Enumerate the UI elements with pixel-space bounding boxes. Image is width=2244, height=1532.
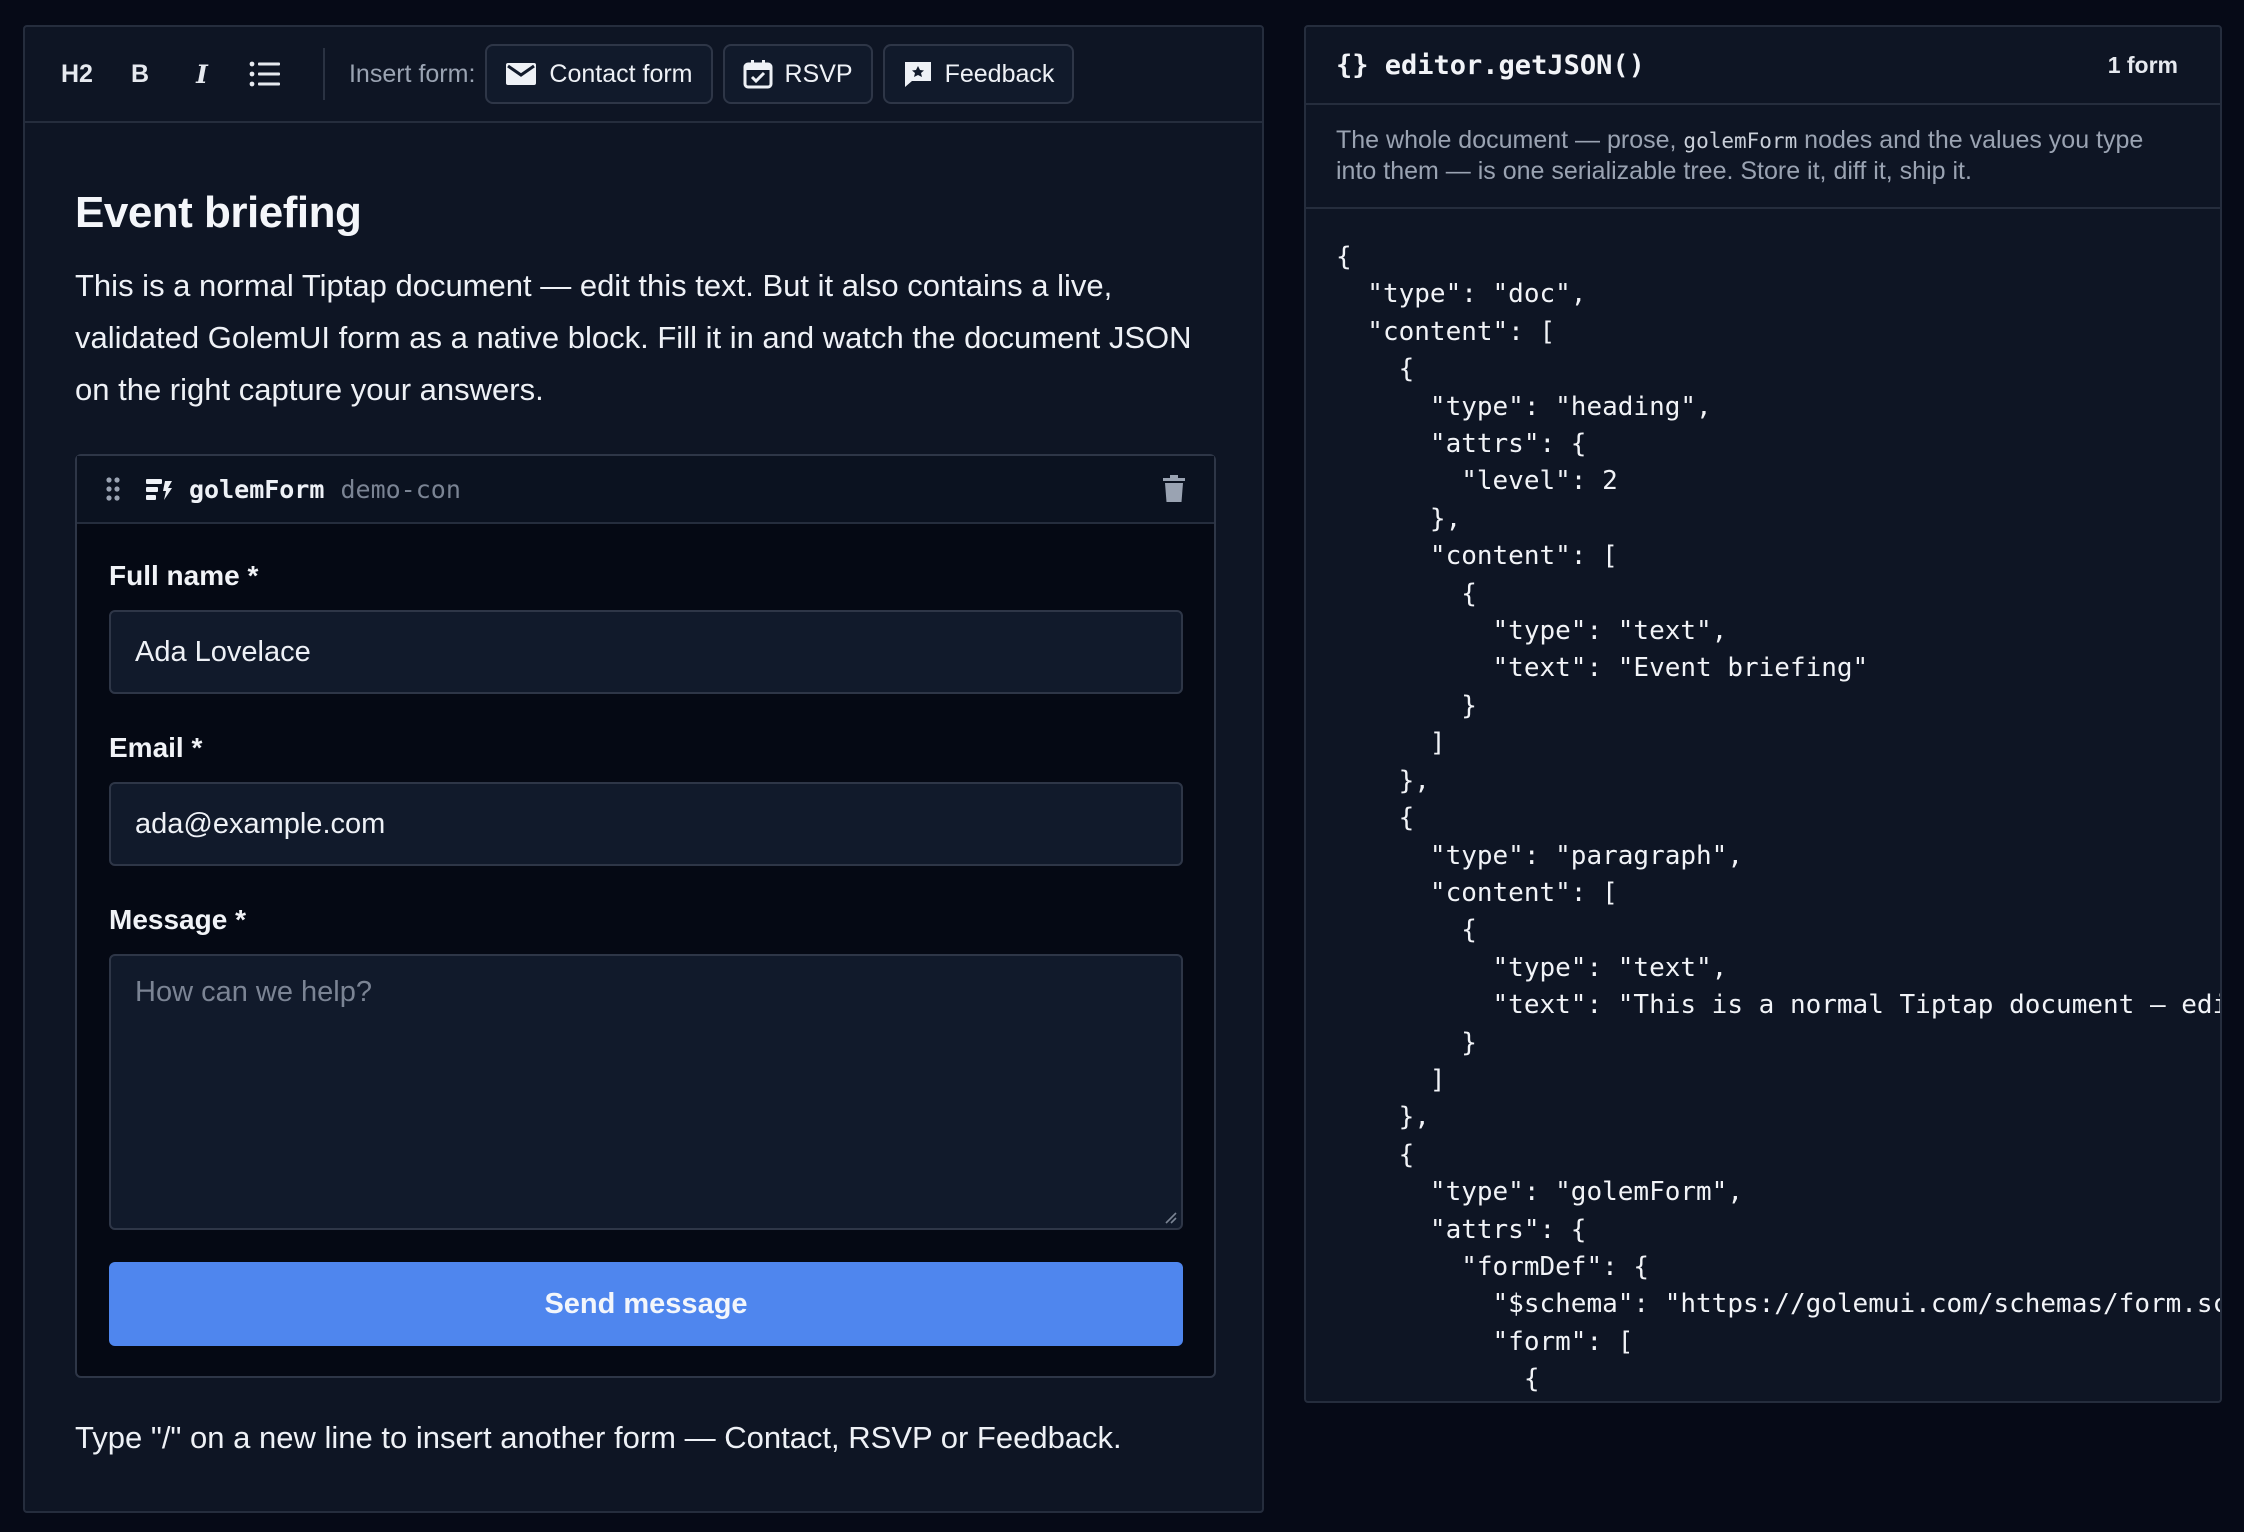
- insert-rsvp-button[interactable]: RSVP: [722, 44, 873, 104]
- insert-contact-form-button[interactable]: Contact form: [485, 44, 713, 104]
- italic-button[interactable]: I: [175, 46, 229, 102]
- document-footer-paragraph[interactable]: Type "/" on a new line to insert another…: [75, 1420, 1212, 1456]
- feedback-icon: [904, 62, 931, 87]
- resize-handle-icon[interactable]: [1163, 1210, 1177, 1224]
- message-label: Message *: [109, 904, 246, 935]
- document-title[interactable]: Event briefing: [75, 188, 1212, 238]
- full-name-input[interactable]: Ada Lovelace: [109, 610, 1183, 694]
- trash-icon[interactable]: [1162, 475, 1186, 503]
- json-panel-title: {} editor.getJSON(): [1336, 49, 1645, 81]
- json-desc-before: The whole document — prose,: [1336, 126, 1677, 154]
- editor-toolbar: H2 B I Insert form: Contact form RSVP Fe…: [25, 27, 1262, 123]
- email-input[interactable]: ada@example.com: [109, 782, 1183, 866]
- message-textarea[interactable]: How can we help?: [109, 954, 1183, 1230]
- calendar-check-icon: [743, 60, 772, 89]
- drag-handle-icon[interactable]: [105, 476, 121, 502]
- json-desc-code: golemForm: [1683, 129, 1798, 153]
- full-name-label: Full name *: [109, 560, 259, 591]
- form-block-header: golemForm demo-con: [77, 456, 1214, 524]
- insert-feedback-button[interactable]: Feedback: [882, 44, 1075, 104]
- json-panel-description: The whole document — prose, golemForm no…: [1306, 105, 2220, 209]
- form-node-icon: [146, 479, 172, 500]
- bullet-list-icon: [249, 61, 280, 87]
- form-node-name: golemForm: [189, 474, 325, 504]
- document-paragraph[interactable]: This is a normal Tiptap document — edit …: [75, 260, 1215, 416]
- form-body: Full name * Ada Lovelace Email * ada@exa…: [77, 524, 1214, 1376]
- send-message-button[interactable]: Send message: [109, 1262, 1183, 1346]
- mail-icon: [506, 63, 537, 85]
- document-body[interactable]: Event briefing This is a normal Tiptap d…: [25, 188, 1262, 1456]
- message-placeholder: How can we help?: [135, 976, 372, 1008]
- bullet-list-button[interactable]: [237, 46, 293, 102]
- json-panel: {} editor.getJSON() 1 form The whole doc…: [1304, 25, 2222, 1403]
- bold-button[interactable]: B: [113, 46, 167, 102]
- json-code-view[interactable]: { "type": "doc", "content": [ { "type": …: [1306, 209, 2220, 1399]
- json-panel-header: {} editor.getJSON() 1 form: [1306, 27, 2220, 105]
- form-node-id: demo-con: [340, 474, 461, 504]
- golem-form-block: golemForm demo-con Full name * Ada Lovel…: [75, 454, 1216, 1378]
- contact-form-label: Contact form: [549, 59, 693, 88]
- rsvp-label: RSVP: [784, 59, 853, 88]
- editor-panel: H2 B I Insert form: Contact form RSVP Fe…: [23, 25, 1264, 1513]
- email-label: Email *: [109, 732, 203, 763]
- feedback-label: Feedback: [944, 59, 1055, 88]
- insert-form-label: Insert form:: [348, 59, 476, 88]
- heading2-button[interactable]: H2: [49, 46, 105, 102]
- toolbar-divider: [322, 48, 325, 100]
- form-count-badge: 1 form: [2107, 51, 2178, 78]
